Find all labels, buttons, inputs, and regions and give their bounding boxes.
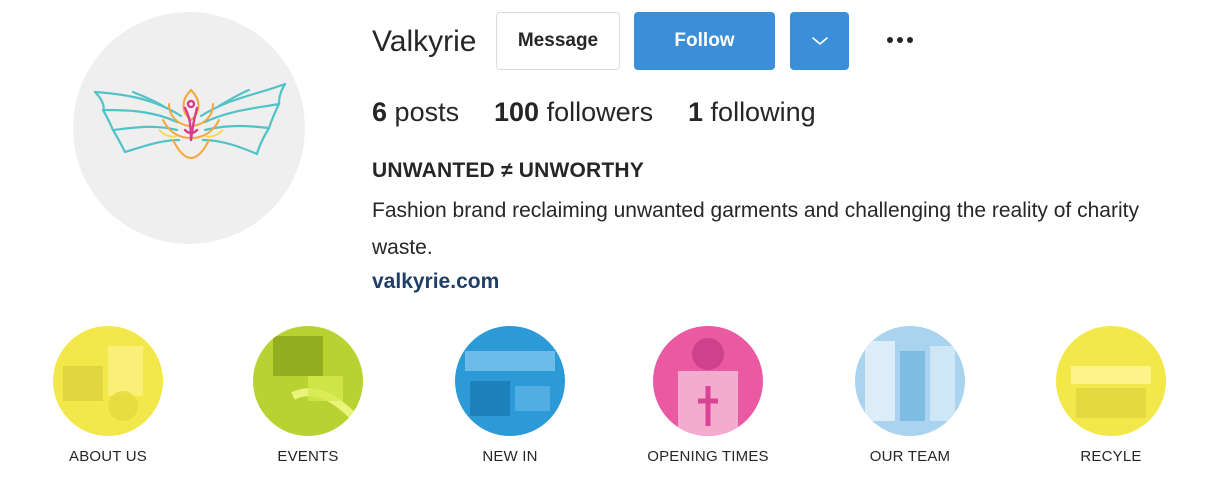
profile-username: Valkyrie	[372, 25, 477, 58]
story-highlights: ABOUT US EVENTS NEW IN OPENING TIMES OUR…	[0, 326, 1209, 476]
posts-number: 6	[372, 97, 388, 127]
highlight-label: OUR TEAM	[869, 448, 951, 465]
highlight-cover	[653, 326, 763, 436]
profile-avatar[interactable]	[73, 12, 305, 244]
highlight-label: NEW IN	[482, 448, 538, 465]
posts-count[interactable]: 6 posts	[372, 92, 459, 132]
highlight-opening-times[interactable]: OPENING TIMES	[623, 326, 793, 465]
highlight-label: EVENTS	[277, 448, 339, 465]
followers-label: followers	[546, 97, 654, 127]
follow-button[interactable]: Follow	[634, 12, 775, 70]
highlight-label: RECYLE	[1080, 448, 1142, 465]
highlight-cover	[855, 326, 965, 436]
followers-count[interactable]: 100 followers	[494, 92, 653, 132]
highlight-recyle[interactable]: RECYLE	[1026, 326, 1196, 465]
valkyrie-wings-logo-icon	[93, 82, 287, 160]
following-number: 1	[688, 97, 704, 127]
highlight-cover	[1056, 326, 1166, 436]
more-dots-icon	[887, 37, 913, 43]
highlight-cover	[253, 326, 363, 436]
website-link[interactable]: valkyrie.com	[372, 266, 499, 298]
suggested-dropdown-button[interactable]	[790, 12, 849, 70]
highlight-label: ABOUT US	[68, 448, 147, 465]
following-count[interactable]: 1 following	[688, 92, 816, 132]
highlight-our-team[interactable]: OUR TEAM	[825, 326, 995, 465]
bio-title: UNWANTED ≠ UNWORTHY	[372, 159, 644, 182]
posts-label: posts	[394, 97, 460, 127]
message-button[interactable]: Message	[496, 12, 620, 70]
chevron-down-icon	[811, 37, 828, 45]
highlight-about-us[interactable]: ABOUT US	[23, 326, 193, 465]
highlight-cover	[53, 326, 163, 436]
following-label: following	[710, 97, 816, 127]
highlight-new-in[interactable]: NEW IN	[425, 326, 595, 465]
more-options-button[interactable]	[880, 24, 920, 56]
highlight-label: OPENING TIMES	[647, 448, 769, 465]
highlight-events[interactable]: EVENTS	[223, 326, 393, 465]
followers-number: 100	[494, 97, 540, 127]
highlight-cover	[455, 326, 565, 436]
bio-text: Fashion brand reclaiming unwanted garmen…	[372, 199, 1139, 259]
